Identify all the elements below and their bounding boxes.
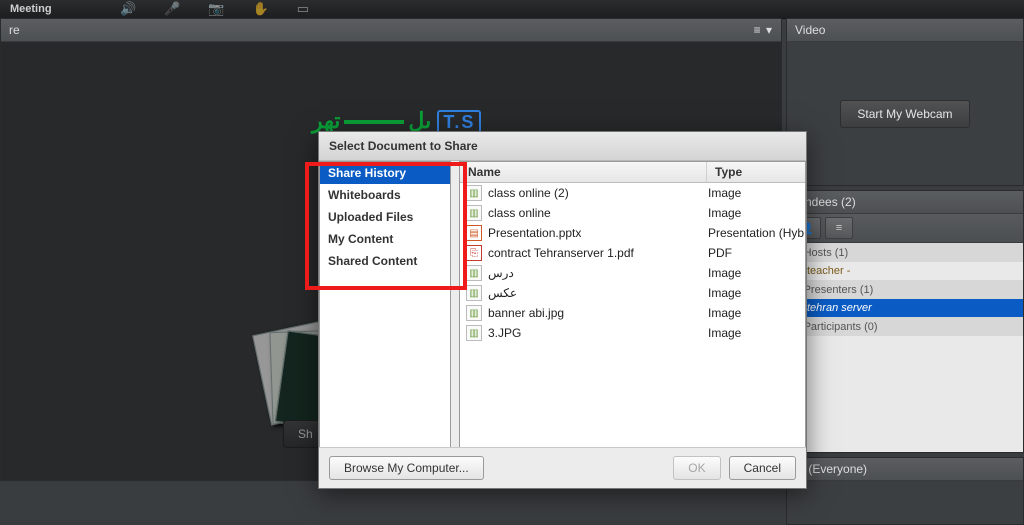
speaker-icon[interactable]: 🔊 bbox=[120, 0, 136, 18]
file-type: Image bbox=[702, 186, 805, 200]
attendee-group[interactable]: ▸ Presenters (1) bbox=[787, 280, 1023, 299]
cancel-button[interactable]: Cancel bbox=[729, 456, 796, 480]
file-type: Image bbox=[702, 206, 805, 220]
file-name: عکس bbox=[488, 286, 517, 300]
attendees-pod-header: tendees (2) bbox=[787, 191, 1023, 214]
ok-button: OK bbox=[673, 456, 720, 480]
table-row[interactable]: ⎘ contract Tehranserver 1.pdf PDF bbox=[460, 243, 805, 263]
file-table: Name Type ▥ class online (2) Image ▥ class o… bbox=[459, 161, 806, 448]
table-row[interactable]: ▥ درس Image bbox=[460, 263, 805, 283]
file-img-icon: ▥ bbox=[466, 185, 482, 201]
video-pod-header: Video bbox=[787, 19, 1023, 42]
file-name: contract Tehranserver 1.pdf bbox=[488, 246, 634, 260]
browse-my-computer-button[interactable]: Browse My Computer... bbox=[329, 456, 484, 480]
sidebar-item-uploaded-files[interactable]: Uploaded Files bbox=[320, 206, 450, 228]
dialog-body: Share HistoryWhiteboardsUploaded FilesMy… bbox=[319, 161, 806, 448]
file-img-icon: ▥ bbox=[466, 325, 482, 341]
video-pod-body: Start My Webcam bbox=[787, 42, 1023, 185]
attendee-group[interactable]: ▸ Participants (0) bbox=[787, 317, 1023, 336]
select-document-dialog: Select Document to Share Share HistoryWh… bbox=[318, 131, 807, 489]
file-img-icon: ▥ bbox=[466, 305, 482, 321]
table-row[interactable]: ▥ عکس Image bbox=[460, 283, 805, 303]
dialog-footer: Browse My Computer... OK Cancel bbox=[319, 447, 806, 488]
sidebar-item-shared-content[interactable]: Shared Content bbox=[320, 250, 450, 272]
workspace: re ≡ ▾ Sh Video Start My Webcam tendees … bbox=[0, 18, 1024, 525]
file-type: Image bbox=[702, 266, 805, 280]
menubar-iconbar: 🔊 🎤 📷 ✋ ▭ bbox=[120, 0, 309, 18]
video-pod: Video Start My Webcam bbox=[786, 18, 1024, 186]
file-img-icon: ▥ bbox=[466, 265, 482, 281]
file-pdf-icon: ⎘ bbox=[466, 245, 482, 261]
raise-hand-icon[interactable]: ✋ bbox=[253, 0, 269, 18]
menu-meeting[interactable]: Meeting bbox=[10, 3, 52, 15]
table-row[interactable]: ▥ class online (2) Image bbox=[460, 183, 805, 203]
mic-icon[interactable]: 🎤 bbox=[164, 0, 180, 18]
column-type[interactable]: Type bbox=[707, 162, 805, 182]
attendee-row[interactable]: 🔸teacher - bbox=[787, 262, 1023, 280]
file-type: Image bbox=[702, 326, 805, 340]
file-name: درس bbox=[488, 266, 514, 280]
table-row[interactable]: ▥ banner abi.jpg Image bbox=[460, 303, 805, 323]
sidebar-item-whiteboards[interactable]: Whiteboards bbox=[320, 184, 450, 206]
webcam-icon[interactable]: 📷 bbox=[208, 0, 224, 18]
share-pod-options-icon[interactable]: ≡ ▾ bbox=[754, 19, 773, 41]
table-row[interactable]: ▥ 3.JPG Image bbox=[460, 323, 805, 343]
file-name: class online bbox=[488, 206, 551, 220]
file-name: class online (2) bbox=[488, 186, 569, 200]
file-type: PDF bbox=[702, 246, 805, 260]
chat-pod-body[interactable] bbox=[787, 481, 1023, 524]
column-name[interactable]: Name bbox=[460, 162, 707, 182]
file-table-header: Name Type bbox=[460, 162, 805, 183]
start-webcam-button[interactable]: Start My Webcam bbox=[840, 100, 969, 128]
dialog-sidebar: Share HistoryWhiteboardsUploaded FilesMy… bbox=[319, 161, 451, 448]
file-type: Image bbox=[702, 286, 805, 300]
attendees-toolbar: 👤 ≡ bbox=[787, 214, 1023, 243]
table-row[interactable]: ▥ class online Image bbox=[460, 203, 805, 223]
sidebar-item-my-content[interactable]: My Content bbox=[320, 228, 450, 250]
file-name: Presentation.pptx bbox=[488, 226, 581, 240]
attendees-status-icon[interactable]: ≡ bbox=[825, 217, 853, 239]
share-pod-title: re bbox=[9, 19, 20, 41]
file-name: 3.JPG bbox=[488, 326, 521, 340]
file-img-icon: ▥ bbox=[466, 285, 482, 301]
share-pod-header: re ≡ ▾ bbox=[1, 19, 781, 42]
attendees-pod: tendees (2) 👤 ≡ ▸ Hosts (1)🔸teacher -▸ P… bbox=[786, 190, 1024, 453]
chat-pod: at (Everyone) bbox=[786, 457, 1024, 525]
file-img-icon: ▥ bbox=[466, 205, 482, 221]
file-type: Image bbox=[702, 306, 805, 320]
file-table-rows: ▥ class online (2) Image ▥ class online Image… bbox=[460, 183, 805, 343]
layout-icon[interactable]: ▭ bbox=[297, 0, 309, 18]
attendee-row[interactable]: 🔸tehran server bbox=[787, 299, 1023, 317]
attendee-group[interactable]: ▸ Hosts (1) bbox=[787, 243, 1023, 262]
table-row[interactable]: ▤ Presentation.pptx Presentation (Hyb bbox=[460, 223, 805, 243]
app-menubar: Meeting 🔊 🎤 📷 ✋ ▭ bbox=[0, 0, 1024, 19]
sidebar-item-share-history[interactable]: Share History bbox=[320, 162, 450, 184]
dialog-title: Select Document to Share bbox=[319, 132, 806, 161]
file-name: banner abi.jpg bbox=[488, 306, 564, 320]
attendees-list: ▸ Hosts (1)🔸teacher -▸ Presenters (1)🔸te… bbox=[787, 243, 1023, 452]
file-type: Presentation (Hyb bbox=[702, 226, 805, 240]
video-pod-title: Video bbox=[795, 19, 825, 41]
file-ppt-icon: ▤ bbox=[466, 225, 482, 241]
chat-pod-header: at (Everyone) bbox=[787, 458, 1023, 481]
